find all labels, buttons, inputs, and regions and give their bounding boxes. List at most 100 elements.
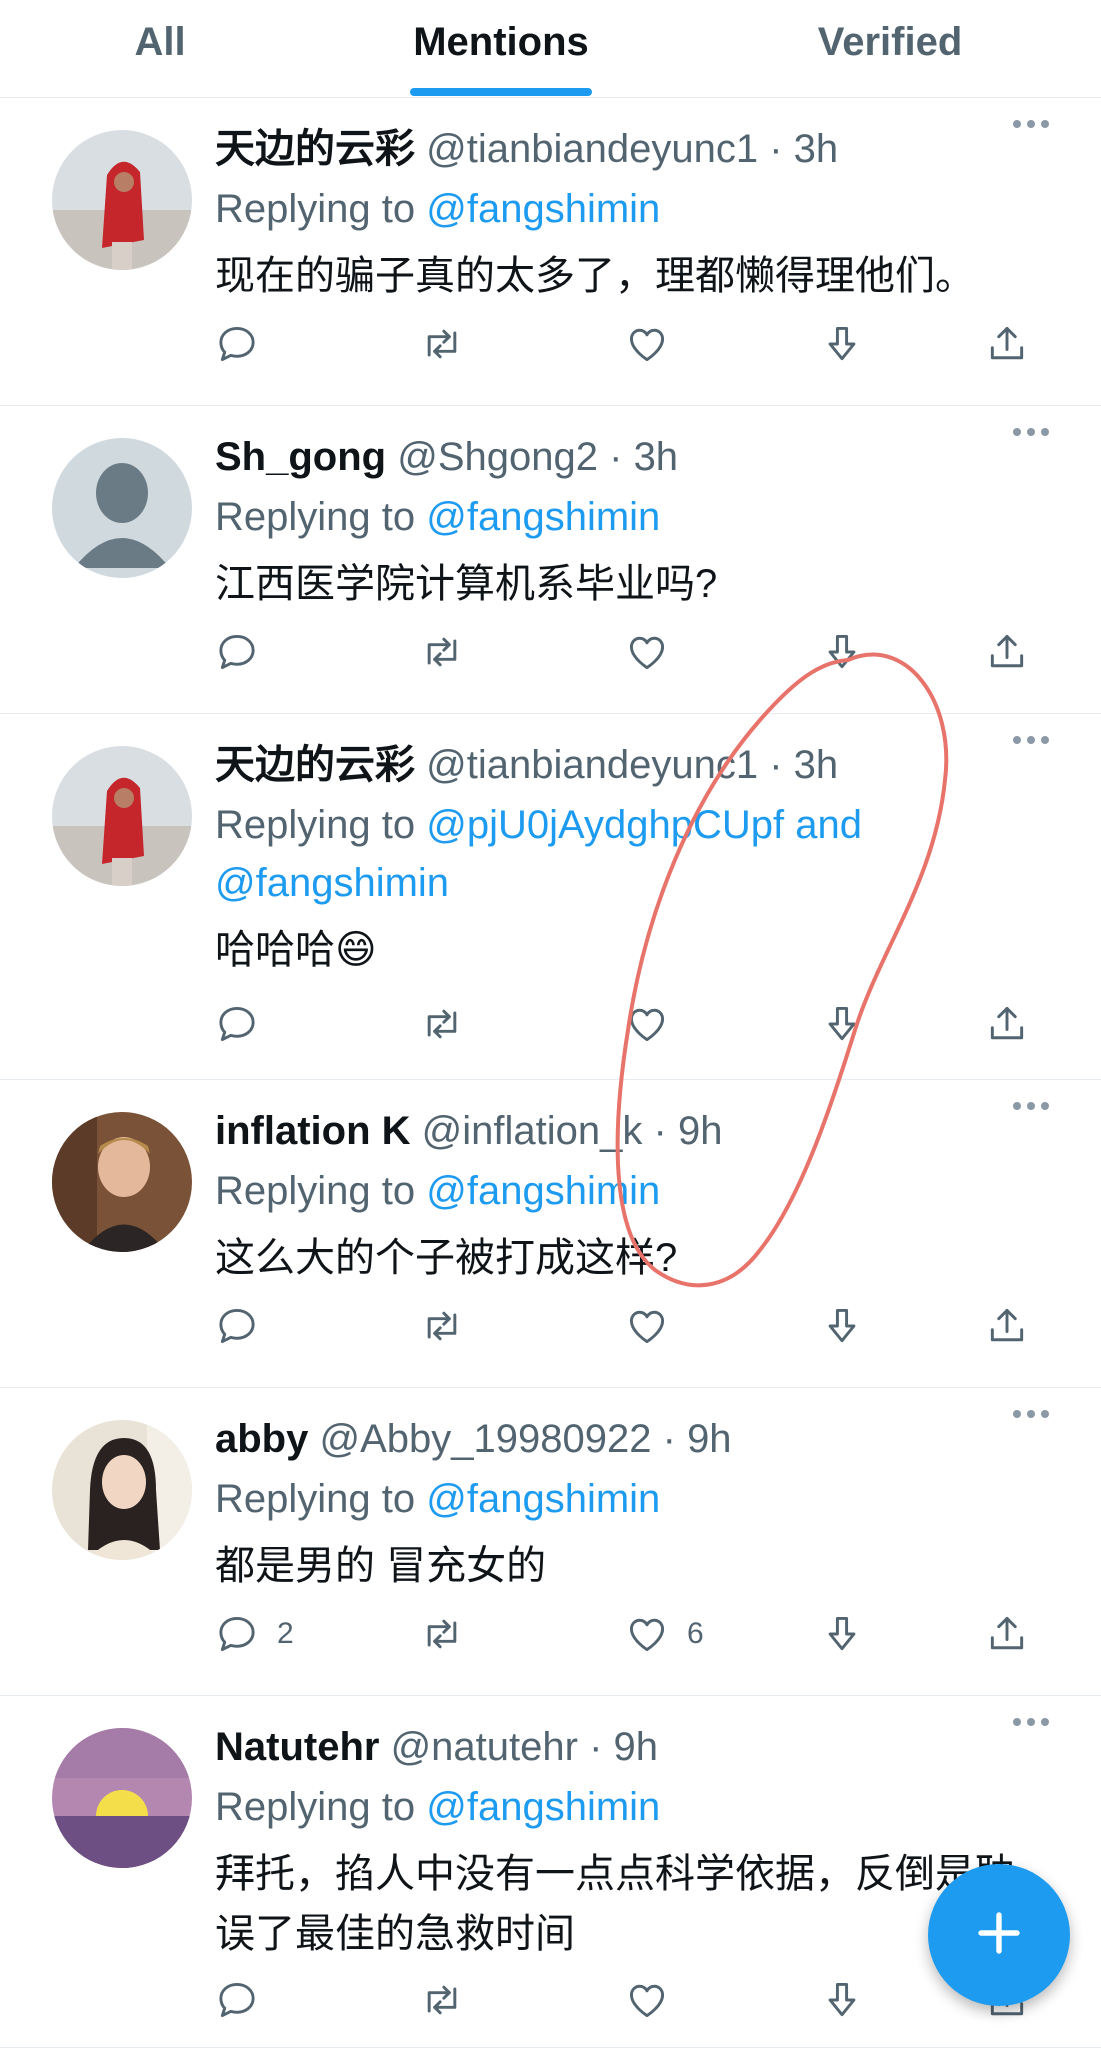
like-button[interactable] [625, 622, 687, 682]
avatar[interactable] [52, 746, 192, 886]
reply-button[interactable]: 2 [215, 1604, 294, 1664]
mention-link[interactable]: @fangshimin [426, 1169, 660, 1213]
like-button[interactable] [625, 1970, 687, 2030]
reply-count: 2 [277, 1617, 294, 1650]
user-handle[interactable]: @inflation_k [422, 1109, 643, 1153]
user-handle[interactable]: @Abby_19980922 [319, 1417, 651, 1461]
like-button[interactable] [625, 1296, 687, 1356]
display-name[interactable]: 天边的云彩 [215, 127, 415, 171]
retweet-button[interactable] [420, 1604, 464, 1664]
replying-to-label: Replying to [215, 803, 416, 847]
reply-button[interactable] [215, 314, 277, 374]
downvote-button[interactable] [820, 314, 864, 374]
avatar[interactable] [52, 1420, 192, 1560]
tab-all[interactable]: All [100, 14, 220, 70]
timestamp[interactable]: 9h [687, 1417, 732, 1461]
retweet-icon [420, 630, 464, 674]
display-name[interactable]: Sh_gong [215, 435, 386, 479]
like-icon [625, 1304, 669, 1348]
replying-to-label: Replying to [215, 495, 416, 539]
retweet-icon [420, 1002, 464, 1046]
avatar[interactable] [52, 438, 192, 578]
like-button[interactable] [625, 314, 687, 374]
user-handle[interactable]: @natutehr [391, 1725, 578, 1769]
replying-to-label: Replying to [215, 1477, 416, 1521]
like-button[interactable]: 6 [625, 1604, 704, 1664]
timestamp[interactable]: 3h [634, 435, 679, 479]
downvote-icon [820, 1002, 864, 1046]
user-handle[interactable]: @tianbiandeyunc1 [426, 127, 758, 171]
tweet[interactable]: 天边的云彩 @tianbiandeyunc1 · 3h Replying to … [0, 714, 1101, 1080]
like-icon [625, 1612, 669, 1656]
reply-button[interactable] [215, 622, 277, 682]
tweet[interactable]: Natutehr @natutehr · 9h Replying to @fan… [0, 1696, 1101, 2048]
timestamp[interactable]: 9h [678, 1109, 723, 1153]
downvote-button[interactable] [820, 1604, 864, 1664]
downvote-icon [820, 1304, 864, 1348]
avatar[interactable] [52, 1112, 192, 1252]
retweet-button[interactable] [420, 1970, 464, 2030]
mention-link[interactable]: @fangshimin [426, 1477, 660, 1521]
retweet-button[interactable] [420, 622, 464, 682]
reply-icon [215, 1978, 259, 2022]
downvote-button[interactable] [820, 622, 864, 682]
tab-bar: All Mentions Verified [0, 0, 1101, 98]
timestamp[interactable]: 3h [794, 743, 839, 787]
compose-button[interactable] [928, 1864, 1070, 2006]
separator: · [653, 1109, 667, 1153]
share-button[interactable] [985, 314, 1029, 374]
display-name[interactable]: Natutehr [215, 1725, 379, 1769]
retweet-icon [420, 1978, 464, 2022]
avatar[interactable] [52, 130, 192, 270]
tweet[interactable]: abby @Abby_19980922 · 9h Replying to @fa… [0, 1388, 1101, 1696]
mention-link[interactable]: @fangshimin [426, 1785, 660, 1829]
tweet-text: 江西医学院计算机系毕业吗? [215, 562, 718, 606]
retweet-button[interactable] [420, 1296, 464, 1356]
display-name[interactable]: 天边的云彩 [215, 743, 415, 787]
tab-verified[interactable]: Verified [800, 14, 980, 70]
tweet[interactable]: inflation K @inflation_k · 9h Replying t… [0, 1080, 1101, 1388]
downvote-button[interactable] [820, 994, 864, 1054]
downvote-button[interactable] [820, 1296, 864, 1356]
retweet-button[interactable] [420, 314, 464, 374]
separator: · [769, 743, 783, 787]
share-icon [985, 630, 1029, 674]
downvote-icon [820, 1978, 864, 2022]
share-button[interactable] [985, 622, 1029, 682]
display-name[interactable]: inflation K [215, 1109, 411, 1153]
reply-button[interactable] [215, 1970, 277, 2030]
user-handle[interactable]: @tianbiandeyunc1 [426, 743, 758, 787]
retweet-icon [420, 1612, 464, 1656]
retweet-button[interactable] [420, 994, 464, 1054]
mention-link[interactable]: @pjU0jAydghpCUpf and [426, 803, 862, 847]
reply-button[interactable] [215, 994, 277, 1054]
mention-link[interactable]: @fangshimin [215, 861, 449, 905]
separator: · [769, 127, 783, 171]
share-button[interactable] [985, 1604, 1029, 1664]
avatar[interactable] [52, 1728, 192, 1868]
reply-icon [215, 1002, 259, 1046]
retweet-icon [420, 1304, 464, 1348]
like-button[interactable] [625, 994, 687, 1054]
user-handle[interactable]: @Shgong2 [397, 435, 598, 479]
active-tab-indicator [410, 88, 592, 96]
downvote-button[interactable] [820, 1970, 864, 2030]
share-button[interactable] [985, 1296, 1029, 1356]
retweet-icon [420, 322, 464, 366]
timestamp[interactable]: 3h [794, 127, 839, 171]
tweet[interactable]: 天边的云彩 @tianbiandeyunc1 · 3h Replying to … [0, 98, 1101, 406]
mention-link[interactable]: @fangshimin [426, 187, 660, 231]
like-icon [625, 1978, 669, 2022]
tab-mentions[interactable]: Mentions [390, 14, 612, 70]
like-icon [625, 322, 669, 366]
display-name[interactable]: abby [215, 1417, 308, 1461]
separator: · [589, 1725, 603, 1769]
timestamp[interactable]: 9h [614, 1725, 659, 1769]
share-button[interactable] [985, 994, 1029, 1054]
reply-button[interactable] [215, 1296, 277, 1356]
downvote-icon [820, 1612, 864, 1656]
mention-link[interactable]: @fangshimin [426, 495, 660, 539]
share-icon [985, 1612, 1029, 1656]
downvote-icon [820, 322, 864, 366]
tweet[interactable]: Sh_gong @Shgong2 · 3h Replying to @fangs… [0, 406, 1101, 714]
